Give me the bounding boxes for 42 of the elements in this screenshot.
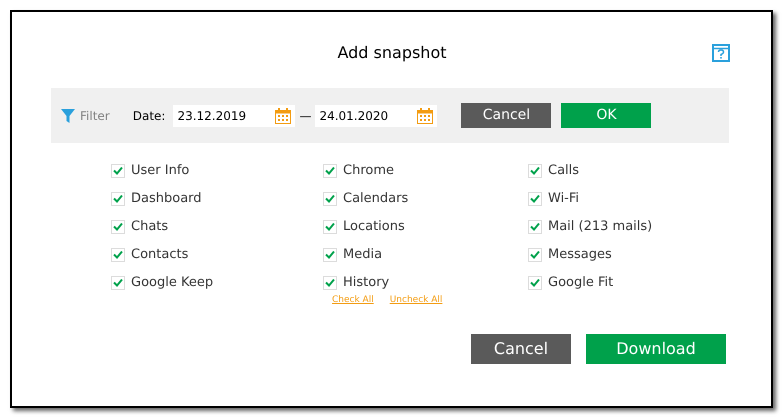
calendar-icon[interactable] (417, 108, 434, 124)
checkbox[interactable] (323, 192, 337, 206)
date-label: Date: (132, 108, 166, 124)
checkbox-label: Wi-Fi (548, 190, 580, 208)
checkbox[interactable] (528, 276, 542, 290)
checkbox-label: History (343, 274, 390, 292)
start-date-field[interactable]: 23.12.2019 (173, 104, 296, 126)
checkbox[interactable] (323, 248, 337, 262)
cancel-button[interactable]: Cancel (471, 334, 571, 364)
checkbox-label: Media (343, 246, 382, 264)
end-date-field[interactable]: 24.01.2020 (315, 104, 438, 126)
checkbox[interactable] (111, 164, 125, 178)
checkbox[interactable] (323, 220, 337, 234)
checkbox[interactable] (111, 192, 125, 206)
checkbox-label: Calls (548, 162, 580, 180)
checkbox-label: Mail (213 mails) (548, 218, 652, 236)
checkbox[interactable] (528, 220, 542, 234)
checkbox[interactable] (528, 164, 542, 178)
cancel-button[interactable]: Cancel (461, 103, 552, 128)
checkbox-label: User Info (131, 162, 190, 180)
filter-icon (61, 108, 75, 124)
checkbox[interactable] (111, 276, 125, 290)
filter-label: Filter (80, 108, 110, 124)
checkbox-label: Messages (548, 246, 612, 264)
checkbox-label: Locations (343, 218, 405, 236)
calendar-icon[interactable] (275, 108, 292, 124)
checkbox[interactable] (111, 248, 125, 262)
checkbox[interactable] (323, 164, 337, 178)
checkbox[interactable] (528, 248, 542, 262)
checkbox-label: Contacts (131, 246, 188, 264)
dialog-title: Add snapshot (336, 43, 448, 63)
checkbox-label: Chats (131, 218, 168, 236)
checkbox[interactable] (111, 220, 125, 234)
checkbox-label: Chrome (343, 162, 394, 180)
checkbox-label: Google Fit (548, 274, 614, 292)
date-separator: — (299, 108, 312, 124)
checkbox-label: Dashboard (131, 190, 202, 208)
checkbox[interactable] (528, 192, 542, 206)
checkbox-label: Google Keep (131, 274, 214, 292)
checkbox[interactable] (323, 276, 337, 290)
help-icon[interactable] (712, 44, 730, 62)
checkbox-label: Calendars (343, 190, 408, 208)
